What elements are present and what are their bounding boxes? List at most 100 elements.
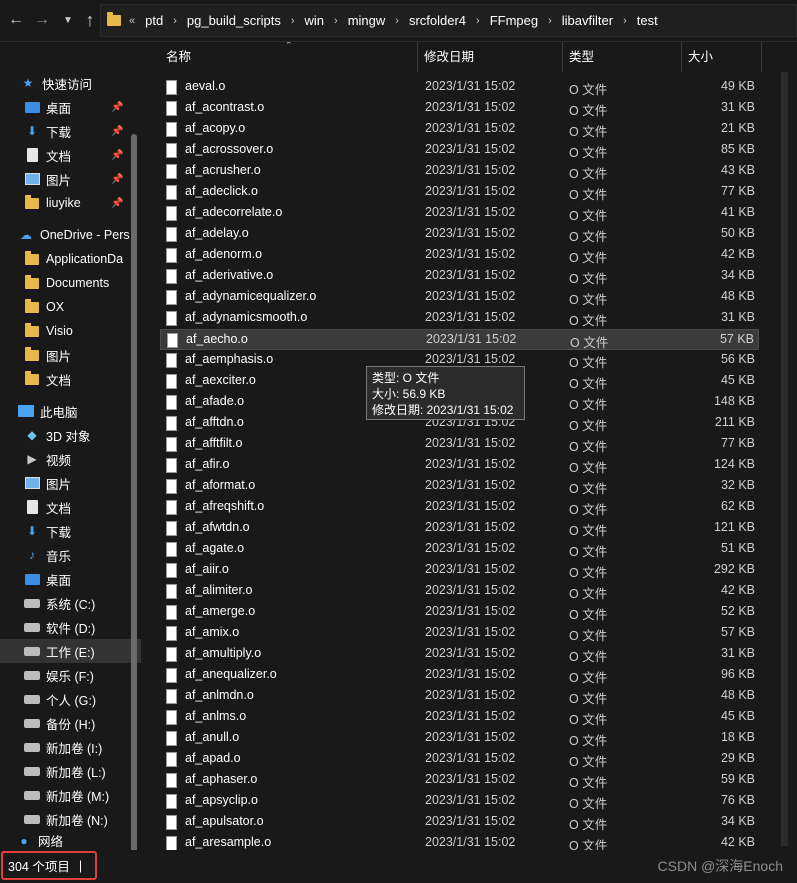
file-row[interactable]: af_adenorm.o 2023/1/31 15:02 O 文件 42 KB: [160, 245, 759, 266]
sidebar-item[interactable]: 工作 (E:): [0, 639, 141, 663]
sidebar-item[interactable]: 文档: [0, 367, 141, 391]
sidebar-item[interactable]: 新加卷 (N:): [0, 807, 141, 831]
sidebar-item[interactable]: 新加卷 (L:): [0, 759, 141, 783]
file-list-scrollbar[interactable]: [781, 72, 788, 846]
sidebar-item[interactable]: 文档: [0, 495, 141, 519]
file-row[interactable]: af_acopy.o 2023/1/31 15:02 O 文件 21 KB: [160, 119, 759, 140]
file-row[interactable]: af_anlmdn.o 2023/1/31 15:02 O 文件 48 KB: [160, 686, 759, 707]
file-row[interactable]: af_adynamicsmooth.o 2023/1/31 15:02 O 文件 31…: [160, 308, 759, 329]
breadcrumb-item[interactable]: test: [637, 13, 658, 28]
file-row[interactable]: af_amix.o 2023/1/31 15:02 O 文件 57 KB: [160, 623, 759, 644]
sidebar-scrollbar[interactable]: [131, 134, 137, 850]
pin-icon[interactable]: 📌: [111, 174, 123, 185]
sidebar-item-network[interactable]: ● 网络: [16, 831, 63, 850]
column-header-date[interactable]: 修改日期: [418, 42, 563, 72]
file-row[interactable]: af_aecho.o 2023/1/31 15:02 O 文件 57 KB: [160, 329, 759, 350]
sidebar-item[interactable]: 新加卷 (M:): [0, 783, 141, 807]
sidebar-item[interactable]: ★ 快速访问: [0, 71, 141, 95]
file-row[interactable]: af_aphaser.o 2023/1/31 15:02 O 文件 59 KB: [160, 770, 759, 791]
breadcrumb-chevron-icon[interactable]: ›: [291, 15, 295, 27]
pin-icon[interactable]: 📌: [111, 150, 123, 161]
file-row[interactable]: af_afftfilt.o 2023/1/31 15:02 O 文件 77 KB: [160, 434, 759, 455]
file-row[interactable]: af_anequalizer.o 2023/1/31 15:02 O 文件 96 KB: [160, 665, 759, 686]
breadcrumb-overflow[interactable]: «: [129, 15, 135, 27]
file-row[interactable]: af_aformat.o 2023/1/31 15:02 O 文件 32 KB: [160, 476, 759, 497]
sidebar-item[interactable]: 软件 (D:): [0, 615, 141, 639]
breadcrumb-chevron-icon[interactable]: ›: [548, 15, 552, 27]
pin-icon[interactable]: 📌: [111, 126, 123, 137]
pin-icon[interactable]: 📌: [111, 198, 123, 209]
sidebar-item[interactable]: 备份 (H:): [0, 711, 141, 735]
file-name: af_acontrast.o: [185, 100, 265, 114]
file-icon: [166, 773, 177, 788]
file-size: 121 KB: [713, 520, 755, 534]
breadcrumb-item[interactable]: libavfilter: [562, 13, 613, 28]
back-arrow-icon[interactable]: ←: [4, 8, 28, 32]
sidebar-item[interactable]: 此电脑: [0, 399, 141, 423]
breadcrumb-chevron-icon[interactable]: ›: [173, 15, 177, 27]
breadcrumb-item[interactable]: ptd: [145, 13, 163, 28]
sidebar-item[interactable]: 桌面 📌: [0, 95, 141, 119]
breadcrumb[interactable]: « ptd › pg_build_scripts › win › mingw › srcfold…: [100, 4, 797, 37]
file-row[interactable]: af_alimiter.o 2023/1/31 15:02 O 文件 42 KB: [160, 581, 759, 602]
sidebar-item[interactable]: ◆ 3D 对象: [0, 423, 141, 447]
file-row[interactable]: af_adecorrelate.o 2023/1/31 15:02 O 文件 41 K…: [160, 203, 759, 224]
file-row[interactable]: af_adelay.o 2023/1/31 15:02 O 文件 50 KB: [160, 224, 759, 245]
up-arrow-icon[interactable]: ↑: [78, 8, 102, 32]
file-row[interactable]: af_aresample.o 2023/1/31 15:02 O 文件 42 KB: [160, 833, 759, 850]
sidebar-item[interactable]: ⬇ 下载: [0, 519, 141, 543]
sidebar-item[interactable]: ⬇ 下载 📌: [0, 119, 141, 143]
sidebar-item[interactable]: liuyike 📌: [0, 191, 141, 215]
sidebar-item[interactable]: ApplicationDa: [0, 247, 141, 271]
sidebar-item[interactable]: Visio: [0, 319, 141, 343]
column-header-type[interactable]: 类型: [563, 42, 682, 72]
sidebar-item[interactable]: 娱乐 (F:): [0, 663, 141, 687]
breadcrumb-item[interactable]: srcfolder4: [409, 13, 466, 28]
file-row[interactable]: af_adeclick.o 2023/1/31 15:02 O 文件 77 KB: [160, 182, 759, 203]
breadcrumb-chevron-icon[interactable]: ›: [334, 15, 338, 27]
sidebar-item[interactable]: ▶ 视频: [0, 447, 141, 471]
file-row[interactable]: af_amerge.o 2023/1/31 15:02 O 文件 52 KB: [160, 602, 759, 623]
recent-locations-chevron-icon[interactable]: ▼: [56, 8, 80, 32]
sidebar-item[interactable]: 文档 📌: [0, 143, 141, 167]
file-row[interactable]: af_agate.o 2023/1/31 15:02 O 文件 51 KB: [160, 539, 759, 560]
file-row[interactable]: af_apulsator.o 2023/1/31 15:02 O 文件 34 KB: [160, 812, 759, 833]
sidebar-item[interactable]: 桌面: [0, 567, 141, 591]
sidebar-item[interactable]: 个人 (G:): [0, 687, 141, 711]
breadcrumb-chevron-icon[interactable]: ›: [395, 15, 399, 27]
breadcrumb-chevron-icon[interactable]: ›: [623, 15, 627, 27]
file-row[interactable]: af_afwtdn.o 2023/1/31 15:02 O 文件 121 KB: [160, 518, 759, 539]
file-row[interactable]: aeval.o 2023/1/31 15:02 O 文件 49 KB: [160, 77, 759, 98]
sidebar-item[interactable]: OX: [0, 295, 141, 319]
file-row[interactable]: af_adynamicequalizer.o 2023/1/31 15:02 O 文…: [160, 287, 759, 308]
breadcrumb-item[interactable]: FFmpeg: [490, 13, 538, 28]
sidebar-item[interactable]: 系统 (C:): [0, 591, 141, 615]
sidebar-item[interactable]: Documents: [0, 271, 141, 295]
sidebar-item[interactable]: ♪ 音乐: [0, 543, 141, 567]
file-row[interactable]: af_aderivative.o 2023/1/31 15:02 O 文件 34 KB: [160, 266, 759, 287]
sidebar-item[interactable]: ☁ OneDrive - Pers: [0, 223, 141, 247]
sidebar-item[interactable]: 图片 📌: [0, 167, 141, 191]
file-row[interactable]: af_acrusher.o 2023/1/31 15:02 O 文件 43 KB: [160, 161, 759, 182]
breadcrumb-chevron-icon[interactable]: ›: [476, 15, 480, 27]
file-row[interactable]: af_apsyclip.o 2023/1/31 15:02 O 文件 76 KB: [160, 791, 759, 812]
sidebar-item[interactable]: 新加卷 (I:): [0, 735, 141, 759]
forward-arrow-icon[interactable]: →: [30, 8, 54, 32]
file-row[interactable]: af_anull.o 2023/1/31 15:02 O 文件 18 KB: [160, 728, 759, 749]
file-row[interactable]: af_acontrast.o 2023/1/31 15:02 O 文件 31 KB: [160, 98, 759, 119]
file-row[interactable]: af_afir.o 2023/1/31 15:02 O 文件 124 KB: [160, 455, 759, 476]
file-row[interactable]: af_apad.o 2023/1/31 15:02 O 文件 29 KB: [160, 749, 759, 770]
file-row[interactable]: af_aiir.o 2023/1/31 15:02 O 文件 292 KB: [160, 560, 759, 581]
column-header-size[interactable]: 大小: [682, 42, 762, 72]
file-row[interactable]: af_amultiply.o 2023/1/31 15:02 O 文件 31 KB: [160, 644, 759, 665]
file-row[interactable]: af_afreqshift.o 2023/1/31 15:02 O 文件 62 KB: [160, 497, 759, 518]
address-bar: ← → ▼ ↑ « ptd › pg_build_scripts › win › mingw…: [0, 0, 797, 42]
pin-icon[interactable]: 📌: [111, 102, 123, 113]
file-row[interactable]: af_acrossover.o 2023/1/31 15:02 O 文件 85 KB: [160, 140, 759, 161]
file-row[interactable]: af_anlms.o 2023/1/31 15:02 O 文件 45 KB: [160, 707, 759, 728]
breadcrumb-item[interactable]: mingw: [348, 13, 386, 28]
sidebar-item[interactable]: 图片: [0, 343, 141, 367]
breadcrumb-item[interactable]: pg_build_scripts: [187, 13, 281, 28]
breadcrumb-item[interactable]: win: [305, 13, 325, 28]
sidebar-item[interactable]: 图片: [0, 471, 141, 495]
